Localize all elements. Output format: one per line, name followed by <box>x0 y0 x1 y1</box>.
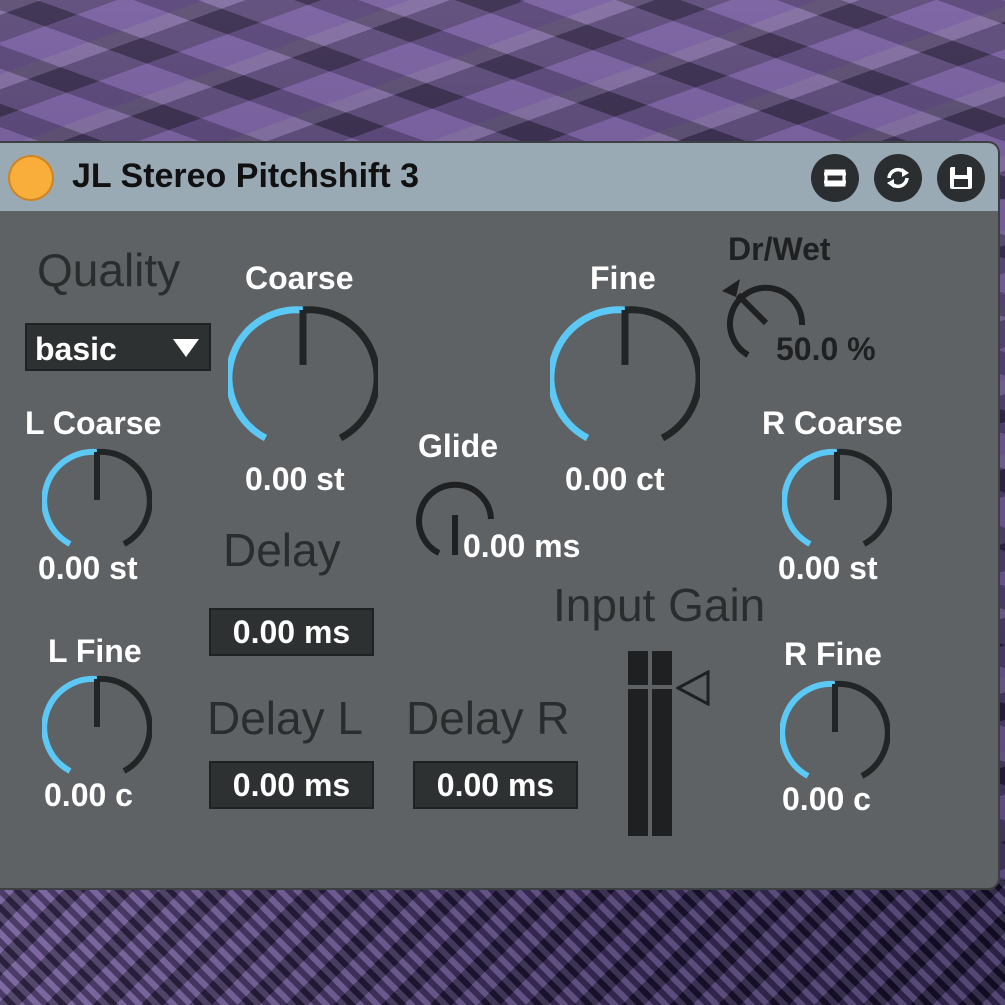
input-gain-label: Input Gain <box>553 579 766 631</box>
fine-label: Fine <box>590 260 656 296</box>
expand-button[interactable] <box>811 154 859 202</box>
r-fine-knob[interactable] <box>780 678 890 788</box>
title-bar: JL Stereo Pitchshift 3 <box>0 143 998 211</box>
fine-value: 0.00 ct <box>565 461 665 497</box>
drywet-value: 50.0 % <box>776 331 876 367</box>
device-panel: JL Stereo Pitchshift 3 Quality basic Coa… <box>0 143 998 888</box>
delay-r-number-box[interactable]: 0.00 ms <box>413 761 578 809</box>
save-icon <box>950 167 972 189</box>
l-fine-label: L Fine <box>48 633 142 669</box>
quality-selected: basic <box>35 331 117 367</box>
hot-swap-icon <box>887 167 909 189</box>
r-coarse-value: 0.00 st <box>778 550 878 586</box>
drywet-label: Dr/Wet <box>728 231 831 267</box>
input-gain-slider-handle-icon[interactable] <box>676 670 710 706</box>
l-coarse-value: 0.00 st <box>38 550 138 586</box>
power-icon[interactable] <box>8 155 54 201</box>
delay-label: Delay <box>223 524 341 576</box>
save-preset-button[interactable] <box>937 154 985 202</box>
quality-label: Quality <box>37 244 181 296</box>
r-fine-value: 0.00 c <box>782 781 871 817</box>
l-coarse-knob[interactable] <box>42 446 152 556</box>
coarse-label: Coarse <box>245 260 354 296</box>
l-fine-knob[interactable] <box>42 673 152 783</box>
l-coarse-label: L Coarse <box>25 405 162 441</box>
l-fine-value: 0.00 c <box>44 777 133 813</box>
r-fine-label: R Fine <box>784 636 882 672</box>
delay-l-number-box[interactable]: 0.00 ms <box>209 761 374 809</box>
coarse-knob[interactable] <box>228 303 378 453</box>
hot-swap-button[interactable] <box>874 154 922 202</box>
delay-r-label: Delay R <box>406 692 570 744</box>
expand-icon <box>824 169 846 187</box>
quality-dropdown[interactable]: basic <box>25 323 211 371</box>
device-title: JL Stereo Pitchshift 3 <box>72 157 420 195</box>
input-gain-meter-left <box>628 651 648 836</box>
delay-number-box[interactable]: 0.00 ms <box>209 608 374 656</box>
glide-label: Glide <box>418 428 499 464</box>
input-gain-meter-right <box>652 651 672 836</box>
fine-knob[interactable] <box>550 303 700 453</box>
coarse-value: 0.00 st <box>245 461 345 497</box>
r-coarse-label: R Coarse <box>762 405 903 441</box>
background-artwork-bottom <box>0 880 1005 1005</box>
r-coarse-knob[interactable] <box>782 446 892 556</box>
delay-l-label: Delay L <box>207 692 363 744</box>
dropdown-arrow-icon <box>173 339 199 357</box>
glide-value: 0.00 ms <box>463 528 581 564</box>
input-gain-meter[interactable] <box>628 651 674 836</box>
